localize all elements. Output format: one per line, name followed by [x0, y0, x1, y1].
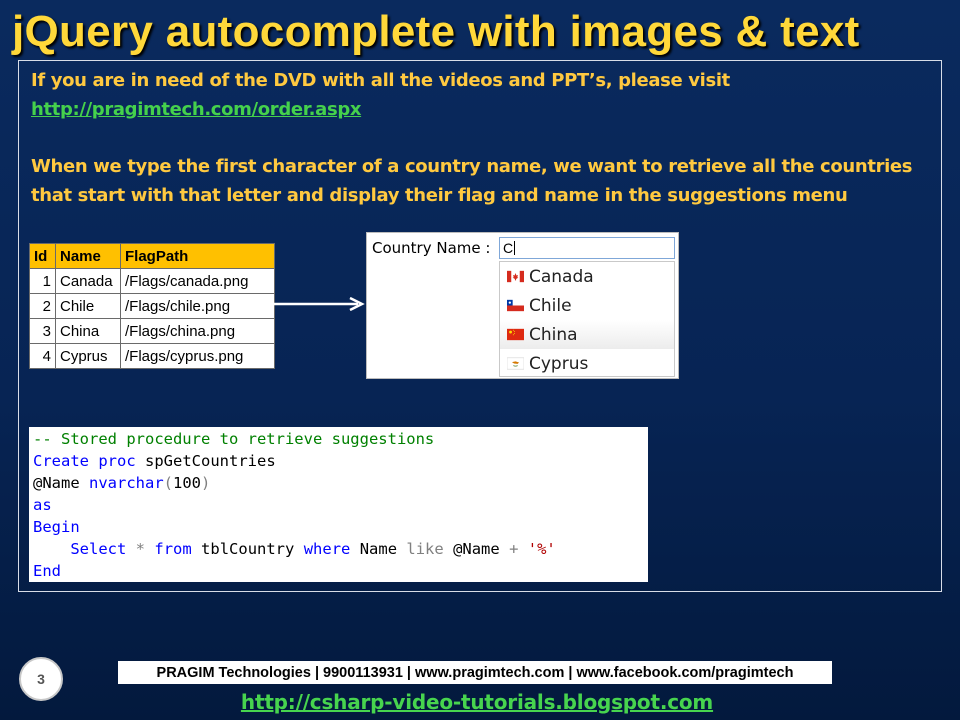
- suggestions-menu: Canada Chile China Cyprus: [499, 261, 675, 377]
- table-row: 4 Cyprus /Flags/cyprus.png: [29, 343, 275, 369]
- code-keyword: End: [33, 562, 61, 580]
- text-caret: [514, 241, 516, 255]
- suggestion-label: Cyprus: [529, 353, 589, 374]
- code-comment: -- Stored procedure to retrieve suggesti…: [33, 430, 435, 448]
- cyprus-flag-icon: [507, 357, 524, 370]
- code-operator: *: [135, 540, 146, 558]
- code-identifier: @Name: [33, 474, 80, 492]
- cell-id: 3: [29, 318, 56, 344]
- dvd-paragraph: If you are in need of the DVD with all t…: [31, 70, 730, 91]
- code-keyword: proc: [98, 452, 136, 470]
- suggestion-label: China: [529, 324, 578, 345]
- code-identifier: spGetCountries: [145, 452, 276, 470]
- cell-name: China: [55, 318, 121, 344]
- suggestion-item-cyprus[interactable]: Cyprus: [500, 349, 674, 378]
- canada-flag-icon: [507, 270, 524, 283]
- cell-id: 4: [29, 343, 56, 369]
- code-operator: like: [406, 540, 444, 558]
- table-row: 3 China /Flags/china.png: [29, 318, 275, 344]
- code-operator: +: [509, 540, 519, 558]
- code-keyword: where: [303, 540, 351, 558]
- code-identifier: tblCountry: [201, 540, 295, 558]
- order-link[interactable]: http://pragimtech.com/order.aspx: [31, 95, 361, 124]
- code-punctuation: ): [201, 474, 211, 492]
- suggestion-label: Chile: [529, 295, 572, 316]
- cell-name: Cyprus: [55, 343, 121, 369]
- code-keyword: as: [33, 496, 52, 514]
- sql-code-block: -- Stored procedure to retrieve suggesti…: [29, 427, 648, 582]
- cell-name: Canada: [55, 268, 121, 294]
- code-keyword: Create: [33, 452, 89, 470]
- footer-link[interactable]: http://csharp-video-tutorials.blogspot.c…: [0, 690, 954, 714]
- code-keyword: nvarchar: [89, 474, 164, 492]
- code-string: '%': [527, 540, 556, 558]
- cell-flagpath: /Flags/china.png: [120, 318, 275, 344]
- suggestion-item-china[interactable]: China: [500, 320, 674, 349]
- right-arrow-icon: [274, 297, 365, 311]
- country-search-input[interactable]: C: [499, 237, 675, 259]
- china-flag-icon: [507, 328, 524, 341]
- table-row: 1 Canada /Flags/canada.png: [29, 268, 275, 294]
- column-header-flagpath: FlagPath: [120, 243, 275, 269]
- cell-flagpath: /Flags/cyprus.png: [120, 343, 275, 369]
- column-header-name: Name: [55, 243, 121, 269]
- cell-flagpath: /Flags/chile.png: [120, 293, 275, 319]
- code-keyword: Begin: [33, 518, 80, 536]
- country-table: Id Name FlagPath 1 Canada /Flags/canada.…: [29, 243, 275, 369]
- code-keyword: from: [154, 540, 192, 558]
- cell-id: 2: [29, 293, 56, 319]
- slide-title: jQuery autocomplete with images & text: [12, 7, 860, 56]
- cell-flagpath: /Flags/canada.png: [120, 268, 275, 294]
- suggestion-item-canada[interactable]: Canada: [500, 262, 674, 291]
- chile-flag-icon: [507, 299, 524, 312]
- column-header-id: Id: [29, 243, 56, 269]
- code-punctuation: (: [163, 474, 174, 492]
- description-paragraph: When we type the first character of a co…: [31, 156, 913, 206]
- autocomplete-demo: Country Name : C Canada Chile China Cypr…: [366, 232, 679, 379]
- cell-id: 1: [29, 268, 56, 294]
- input-value: C: [503, 240, 514, 256]
- suggestion-item-chile[interactable]: Chile: [500, 291, 674, 320]
- country-name-label: Country Name :: [372, 239, 491, 257]
- code-keyword: Select: [70, 540, 127, 558]
- table-row: 2 Chile /Flags/chile.png: [29, 293, 275, 319]
- table-header-row: Id Name FlagPath: [29, 243, 275, 269]
- code-identifier: @Name: [453, 540, 500, 558]
- code-identifier: Name: [359, 540, 398, 558]
- cell-name: Chile: [55, 293, 121, 319]
- suggestion-label: Canada: [529, 266, 594, 287]
- footer-bar: PRAGIM Technologies | 9900113931 | www.p…: [118, 661, 832, 684]
- code-number: 100: [173, 474, 202, 492]
- content-box: If you are in need of the DVD with all t…: [18, 60, 942, 592]
